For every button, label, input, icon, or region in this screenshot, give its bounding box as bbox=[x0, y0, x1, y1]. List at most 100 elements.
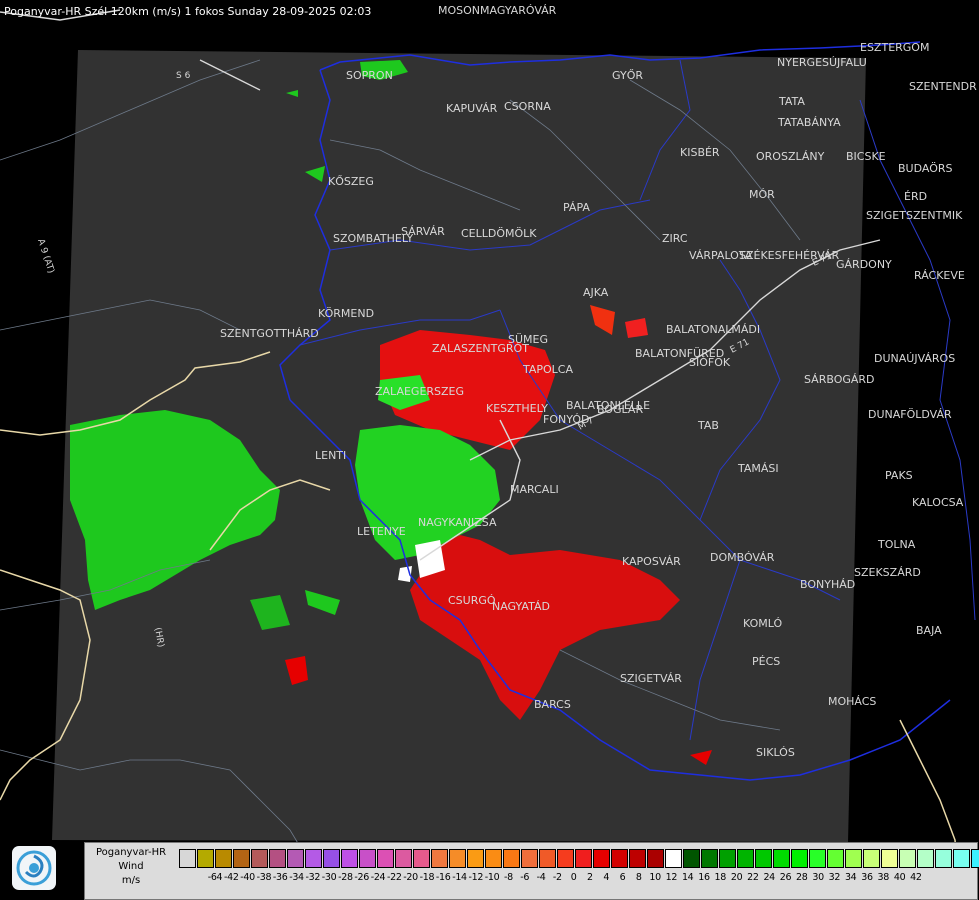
legend-unit: m/s bbox=[121, 875, 141, 886]
legend-swatch bbox=[683, 849, 700, 868]
city-label: KALOCSA bbox=[912, 496, 964, 509]
legend-swatch bbox=[305, 849, 322, 868]
city-label: CSORNA bbox=[504, 100, 551, 113]
city-label: TAMÁSI bbox=[737, 462, 779, 475]
legend-swatch bbox=[179, 849, 196, 868]
city-label: SZEKSZÁRD bbox=[854, 566, 921, 579]
city-label: DOMBÓVÁR bbox=[710, 551, 775, 564]
legend-swatch bbox=[323, 849, 340, 868]
legend-product: Wind bbox=[118, 861, 144, 872]
city-label: ÉRD bbox=[904, 190, 927, 203]
city-label: LENTI bbox=[315, 449, 346, 462]
legend-swatch bbox=[755, 849, 772, 868]
legend-swatch bbox=[827, 849, 844, 868]
legend-swatch bbox=[269, 849, 286, 868]
city-label: MARCALI bbox=[510, 483, 559, 496]
legend-swatch bbox=[629, 849, 646, 868]
legend-swatch bbox=[863, 849, 880, 868]
city-label: BAJA bbox=[916, 624, 942, 637]
city-label: CSURGÓ bbox=[448, 594, 496, 607]
city-label: KOMLÓ bbox=[743, 617, 782, 630]
legend-swatch bbox=[917, 849, 934, 868]
city-label: OROSZLÁNY bbox=[756, 150, 825, 163]
legend-swatch bbox=[215, 849, 232, 868]
city-label: GYŐR bbox=[612, 68, 643, 82]
legend-swatch bbox=[593, 849, 610, 868]
city-label: BARCS bbox=[534, 698, 571, 711]
legend-swatch bbox=[953, 849, 970, 868]
city-label: NAGYATÁD bbox=[492, 600, 550, 613]
radar-map[interactable]: MOSONMAGYARÓVÁR SOPRON GYŐR NYERGESÚJFALU ES… bbox=[0, 0, 979, 900]
city-label: SOPRON bbox=[346, 69, 393, 82]
legend-swatch bbox=[971, 849, 979, 868]
road-label: S 6 bbox=[176, 71, 191, 81]
city-label: BONYHÁD bbox=[800, 578, 855, 591]
city-label: SIKLÓS bbox=[756, 746, 795, 759]
legend-swatch bbox=[413, 849, 430, 868]
legend-swatch bbox=[557, 849, 574, 868]
legend-swatch bbox=[719, 849, 736, 868]
radar-title: Poganyvar-HR Szél 120km (m/s) 1 fokos Su… bbox=[4, 5, 372, 18]
legend-swatch bbox=[503, 849, 520, 868]
legend-swatch bbox=[359, 849, 376, 868]
city-label: GÁRDONY bbox=[836, 258, 892, 271]
city-label: LETENYE bbox=[357, 525, 406, 538]
legend-swatch bbox=[791, 849, 808, 868]
legend-swatch bbox=[197, 849, 214, 868]
legend-swatch bbox=[431, 849, 448, 868]
city-label: TAB bbox=[697, 419, 719, 432]
city-label: SZOMBATHELY bbox=[333, 232, 413, 245]
legend-swatch bbox=[377, 849, 394, 868]
road-label: A 9 (AT) bbox=[35, 238, 56, 275]
swirl-icon bbox=[16, 850, 52, 886]
city-label: BALATONALMÁDI bbox=[666, 323, 760, 336]
city-label: SZENTGOTTHÁRD bbox=[220, 327, 319, 340]
legend-swatch bbox=[881, 849, 898, 868]
legend-swatch bbox=[521, 849, 538, 868]
city-label: TATABÁNYA bbox=[777, 116, 841, 129]
radar-viewer: { "header": {"title": "Poganyvar-HR Szél… bbox=[0, 0, 979, 900]
city-label: ESZTERGOM bbox=[860, 41, 929, 54]
city-label: SZENTENDR bbox=[909, 80, 977, 93]
city-label: SZIGETVÁR bbox=[620, 672, 682, 685]
legend-swatch bbox=[737, 849, 754, 868]
legend-swatch bbox=[935, 849, 952, 868]
legend-swatch bbox=[251, 849, 268, 868]
legend-swatch bbox=[701, 849, 718, 868]
city-label: MOHÁCS bbox=[828, 695, 876, 708]
legend-swatch bbox=[611, 849, 628, 868]
city-label: CELLDÖMÖLK bbox=[461, 227, 537, 240]
legend-swatch bbox=[773, 849, 790, 868]
legend-swatch bbox=[233, 849, 250, 868]
legend-station: Poganyvar-HR bbox=[95, 847, 167, 858]
city-label: KAPOSVÁR bbox=[622, 555, 681, 568]
weather-service-logo bbox=[12, 846, 56, 890]
legend-swatch bbox=[845, 849, 862, 868]
legend-swatch bbox=[449, 849, 466, 868]
legend-swatch bbox=[899, 849, 916, 868]
city-label: ZALAEGERSZEG bbox=[375, 385, 464, 398]
city-label: MOSONMAGYARÓVÁR bbox=[438, 4, 557, 17]
city-label: NYERGESÚJFALU bbox=[777, 56, 867, 69]
city-label: KISBÉR bbox=[680, 146, 720, 159]
city-label: AJKA bbox=[583, 286, 609, 299]
legend-tick-label: 42 bbox=[910, 872, 922, 883]
city-label: BOGLÁR bbox=[597, 403, 643, 416]
city-label: NAGYKANIZSA bbox=[418, 516, 497, 529]
legend-swatch bbox=[467, 849, 484, 868]
city-label: KAPUVÁR bbox=[446, 102, 498, 115]
legend-swatch bbox=[287, 849, 304, 868]
city-label: SÁRBOGÁRD bbox=[804, 373, 875, 386]
city-label: TOLNA bbox=[877, 538, 916, 551]
legend-swatch bbox=[485, 849, 502, 868]
city-label: RÁCKEVE bbox=[914, 269, 965, 282]
city-label: SÜMEG bbox=[508, 333, 548, 346]
city-label: BUDAÖRS bbox=[898, 162, 953, 175]
city-label: MÓR bbox=[749, 188, 775, 201]
city-label: SZIGETSZENTMIK bbox=[866, 209, 963, 222]
city-label: KŐSZEG bbox=[328, 174, 374, 188]
legend-swatch bbox=[809, 849, 826, 868]
city-label: DUNAÚJVÁROS bbox=[874, 352, 955, 365]
city-label: PÉCS bbox=[752, 655, 780, 668]
legend-swatch bbox=[395, 849, 412, 868]
